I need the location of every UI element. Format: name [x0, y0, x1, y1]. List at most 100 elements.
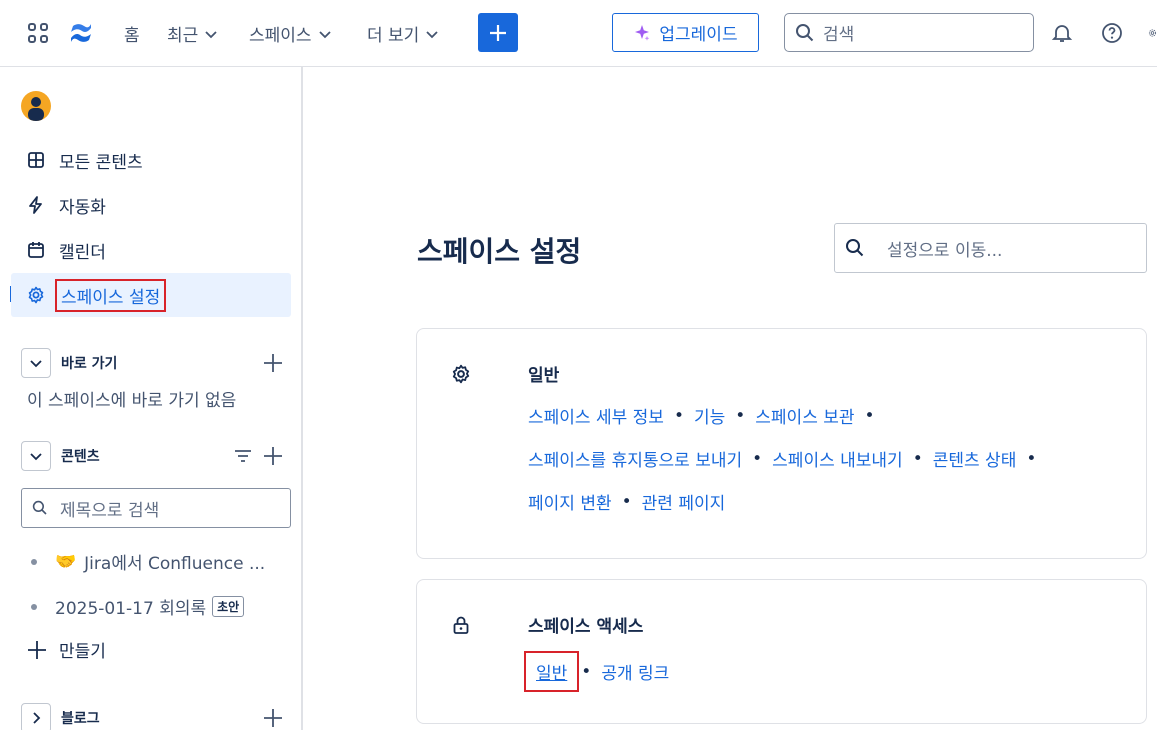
blog-section-header: 블로그 — [21, 703, 283, 730]
search-icon — [32, 500, 47, 515]
shortcuts-empty-text: 이 스페이스에 바로 가기 없음 — [27, 391, 237, 411]
page-title: 스페이스 설정 — [417, 235, 582, 268]
separator-dot: • — [912, 448, 923, 469]
nav-spaces-label: 스페이스 — [249, 26, 312, 46]
nav-spaces[interactable]: 스페이스 — [249, 21, 332, 46]
plus-icon — [28, 640, 46, 659]
list-item[interactable]: 🤝 Jira에서 Confluence ... — [31, 549, 265, 574]
sidebar-item-space-settings[interactable]: 스페이스 설정 — [11, 273, 291, 317]
search-icon — [846, 239, 864, 257]
collapse-content-button[interactable] — [21, 441, 51, 471]
filter-icon[interactable] — [233, 446, 253, 466]
space-avatar[interactable] — [21, 91, 51, 121]
sparkle-icon — [635, 24, 650, 41]
settings-search-input[interactable]: 설정으로 이동... — [834, 223, 1147, 273]
trash-space-link[interactable]: 스페이스를 휴지통으로 보내기 — [528, 446, 742, 471]
sidebar-item-label: 모든 콘텐츠 — [59, 152, 143, 173]
bullet-dot — [31, 603, 37, 610]
separator-dot: • — [581, 661, 592, 682]
calendar-icon — [28, 242, 44, 258]
content-title: 콘텐츠 — [61, 449, 100, 465]
nav-more[interactable]: 더 보기 — [367, 21, 439, 46]
nav-home-label: 홈 — [124, 26, 140, 46]
confluence-logo-icon[interactable] — [68, 20, 94, 46]
add-shortcut-plus-icon[interactable] — [263, 353, 283, 373]
content-section-header: 콘텐츠 — [21, 441, 283, 471]
sidebar-item-label: 스페이스 설정 — [54, 278, 167, 312]
chevron-down-icon — [205, 30, 217, 38]
chevron-down-icon — [318, 30, 331, 38]
help-icon[interactable] — [1098, 19, 1126, 47]
page-conversion-link[interactable]: 페이지 변환 — [528, 489, 612, 514]
nav-more-label: 더 보기 — [367, 26, 420, 46]
general-links-row-1: 스페이스 세부 정보 • 기능 • 스페이스 보관 • — [528, 403, 885, 429]
content-status-link[interactable]: 콘텐츠 상태 — [933, 446, 1017, 471]
separator-dot: • — [752, 448, 763, 469]
chevron-down-icon — [30, 453, 42, 461]
notifications-bell-icon[interactable] — [1048, 19, 1076, 47]
nav-home[interactable]: 홈 — [124, 21, 140, 46]
sidebar-item-automation[interactable]: 자동화 — [11, 183, 291, 227]
space-details-link[interactable]: 스페이스 세부 정보 — [528, 403, 664, 428]
sidebar-item-all-content[interactable]: 모든 콘텐츠 — [11, 138, 291, 182]
sidebar-item-calendar[interactable]: 캘린더 — [11, 228, 291, 272]
general-links-row-3: 페이지 변환 • 관련 페이지 — [528, 489, 726, 515]
app-switcher-icon[interactable] — [24, 19, 52, 47]
tree-item-label: 2025-01-17 회의록 — [55, 599, 207, 619]
add-content-plus-icon[interactable] — [263, 446, 283, 466]
separator-dot: • — [735, 405, 746, 426]
general-links-row-2: 스페이스를 휴지통으로 보내기 • 스페이스 내보내기 • 콘텐츠 상태 • — [528, 446, 1046, 472]
handshake-emoji-icon: 🤝 — [55, 551, 77, 572]
tree-item-label: Jira에서 Confluence ... — [84, 554, 266, 574]
sidebar-item-label: 자동화 — [59, 197, 106, 218]
card-title: 스페이스 액세스 — [528, 617, 644, 637]
main-content: 스페이스 설정 설정으로 이동... 일반 스페이스 세부 정보 • 기능 • 스페… — [305, 67, 1157, 730]
gear-icon — [28, 286, 44, 304]
separator-dot: • — [1026, 448, 1037, 469]
separator-dot: • — [864, 405, 875, 426]
separator-dot: • — [621, 491, 632, 512]
access-general-link[interactable]: 일반 — [523, 651, 580, 692]
card-title: 일반 — [528, 366, 560, 386]
content-search-placeholder: 제목으로 검색 — [60, 500, 160, 521]
add-blog-plus-icon[interactable] — [263, 708, 283, 728]
public-links-link[interactable]: 공개 링크 — [601, 659, 669, 684]
archive-space-link[interactable]: 스페이스 보관 — [755, 403, 854, 428]
chevron-down-icon — [30, 360, 42, 368]
collapse-shortcuts-button[interactable] — [21, 348, 51, 378]
shortcuts-section-header: 바로 가기 — [21, 348, 283, 378]
export-space-link[interactable]: 스페이스 내보내기 — [772, 446, 903, 471]
search-icon — [796, 23, 814, 41]
shortcuts-title: 바로 가기 — [61, 356, 118, 372]
plus-icon — [490, 24, 506, 41]
chevron-right-icon — [33, 712, 41, 724]
space-access-card: 스페이스 액세스 일반 • 공개 링크 — [416, 579, 1147, 724]
separator-dot: • — [673, 405, 684, 426]
blog-title: 블로그 — [61, 711, 100, 727]
list-item[interactable]: 2025-01-17 회의록 초안 — [31, 594, 245, 619]
top-navigation: 홈 최근 스페이스 더 보기 업그레이드 검색 — [0, 0, 1157, 67]
nav-recent-label: 최근 — [167, 26, 199, 46]
grid-icon — [28, 152, 44, 168]
nav-recent[interactable]: 최근 — [167, 21, 218, 46]
create-label: 만들기 — [59, 642, 106, 662]
lightning-icon — [29, 196, 42, 214]
bullet-dot — [31, 558, 37, 565]
access-links-row: 일반 • 공개 링크 — [523, 651, 669, 692]
space-sidebar: 모든 콘텐츠 자동화 캘린더 스페이스 설정 바로 가기 이 스페이스에 바로 … — [0, 67, 303, 730]
settings-search-placeholder: 설정으로 이동... — [887, 240, 1003, 261]
upgrade-button[interactable]: 업그레이드 — [612, 13, 759, 52]
expand-blog-button[interactable] — [21, 703, 51, 730]
upgrade-label: 업그레이드 — [659, 25, 738, 45]
related-pages-link[interactable]: 관련 페이지 — [642, 489, 726, 514]
create-button[interactable] — [478, 13, 518, 52]
global-search-placeholder: 검색 — [823, 25, 855, 45]
content-search-input[interactable]: 제목으로 검색 — [21, 488, 291, 528]
global-search-input[interactable]: 검색 — [784, 13, 1034, 52]
chevron-down-icon — [426, 30, 438, 38]
settings-gear-icon[interactable] — [1148, 23, 1157, 43]
lock-icon — [451, 615, 471, 639]
create-content-button[interactable]: 만들기 — [27, 637, 106, 662]
features-link[interactable]: 기능 — [694, 403, 725, 428]
general-settings-card: 일반 스페이스 세부 정보 • 기능 • 스페이스 보관 • 스페이스를 휴지통으로 … — [416, 328, 1147, 559]
